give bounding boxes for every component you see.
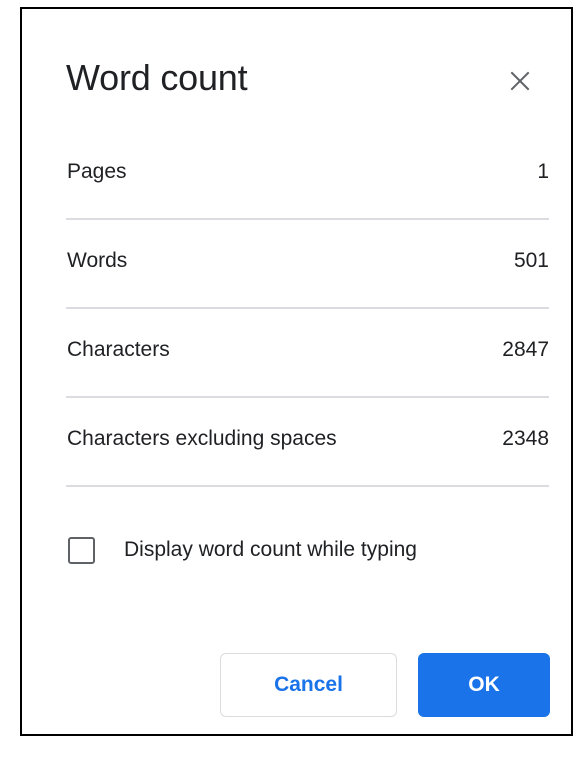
ok-button[interactable]: OK — [418, 653, 550, 717]
display-word-count-checkbox[interactable] — [68, 536, 95, 564]
display-word-count-option[interactable]: Display word count while typing — [68, 533, 417, 567]
stat-value: 2847 — [502, 338, 549, 361]
stats-list: Pages 1 Words 501 Characters 2847 Charac… — [66, 131, 549, 487]
stat-value: 501 — [513, 249, 549, 272]
stat-label: Words — [67, 249, 128, 272]
close-icon — [510, 71, 530, 91]
stat-label: Characters excluding spaces — [67, 427, 337, 450]
stat-row-words: Words 501 — [66, 220, 549, 309]
dialog-title: Word count — [66, 57, 248, 98]
stat-value: 2348 — [502, 427, 549, 450]
stat-row-pages: Pages 1 — [66, 131, 549, 220]
word-count-dialog: Word count Pages 1 Words 501 Characters … — [20, 7, 573, 736]
stat-label: Pages — [67, 160, 127, 183]
cancel-button[interactable]: Cancel — [220, 653, 397, 717]
close-button[interactable] — [500, 61, 540, 101]
display-word-count-label[interactable]: Display word count while typing — [124, 538, 417, 562]
stat-row-characters: Characters 2847 — [66, 309, 549, 398]
stat-row-characters-excluding-spaces: Characters excluding spaces 2348 — [66, 398, 549, 487]
stat-label: Characters — [67, 338, 170, 361]
divider — [66, 485, 549, 487]
stat-value: 1 — [537, 160, 549, 183]
